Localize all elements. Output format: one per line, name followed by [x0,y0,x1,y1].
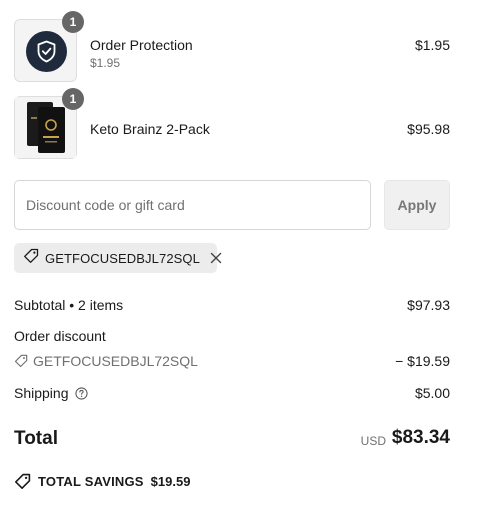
applied-discount-chip: GETFOCUSEDBJL72SQL [14,243,222,273]
shield-check-icon [26,31,67,72]
apply-button[interactable]: Apply [384,180,450,230]
remove-code-close-icon[interactable] [210,252,222,264]
item-unit-price: $1.95 [90,56,121,70]
subtotal-label: Subtotal • 2 items [14,297,124,313]
item-price: $95.98 [407,121,450,137]
discount-code-input[interactable] [14,180,371,230]
total-row: Total USD $83.34 [14,426,450,452]
total-currency: USD [360,434,386,448]
shipping-label: Shipping [14,385,69,401]
order-discount-value: − $19.59 [395,353,450,369]
subtotal-value: $97.93 [407,297,450,313]
quantity-badge: 1 [62,88,84,110]
line-item-keto-brainz: 1 Keto Brainz 2-Pack $95.98 [14,88,450,160]
shipping-value: $5.00 [414,385,450,401]
order-discount-code-text: GETFOCUSEDBJL72SQL [33,353,198,369]
total-amount: $83.34 [391,427,450,448]
item-price: $1.95 [414,37,450,53]
tag-icon [14,473,31,490]
tag-icon [23,248,39,269]
order-discount-label: Order discount [14,328,106,344]
tag-icon [14,354,28,368]
help-icon[interactable] [74,386,88,400]
total-savings-amount: $19.59 [150,474,191,489]
total-savings: TOTAL SAVINGS $19.59 [14,473,190,490]
item-name: Order Protection [90,37,193,53]
item-name: Keto Brainz 2-Pack [90,121,210,137]
shipping-label-group: Shipping [14,385,88,401]
order-discount-code: GETFOCUSEDBJL72SQL [14,353,198,369]
total-label: Total [14,428,58,449]
line-item-order-protection: 1 Order Protection $1.95 $1.95 [14,11,450,83]
applied-code-text: GETFOCUSEDBJL72SQL [45,250,200,266]
quantity-badge: 1 [62,11,84,33]
total-savings-label: TOTAL SAVINGS [38,474,144,489]
